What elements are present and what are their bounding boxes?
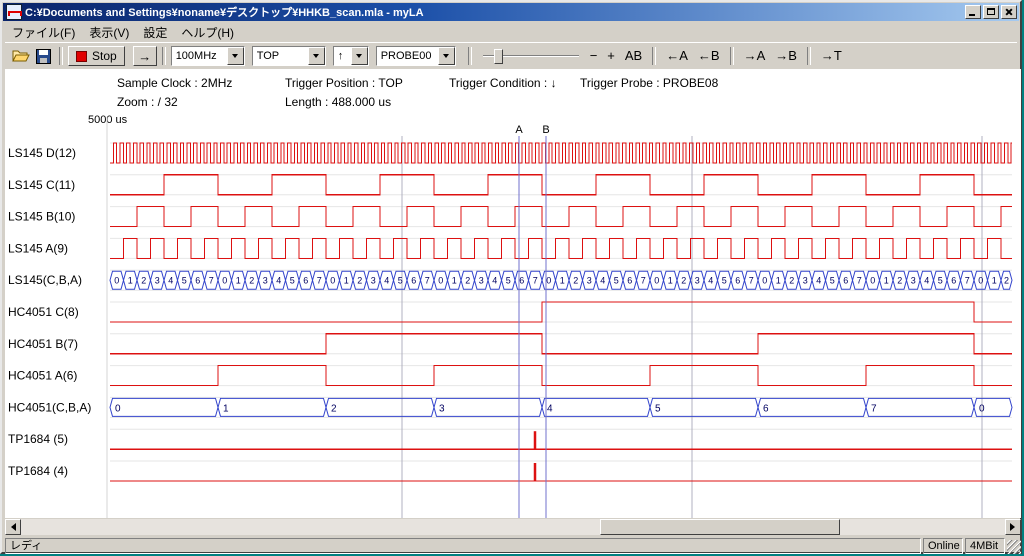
menu-file[interactable]: ファイル(F)	[5, 23, 82, 42]
stop-icon	[76, 51, 87, 62]
sample-clock-value: 100MHz	[176, 50, 225, 62]
trigger-edge-combo[interactable]: ↑	[333, 46, 369, 66]
zoom-slider[interactable]	[483, 47, 579, 65]
status-bar: レディ Online 4MBit	[5, 538, 1021, 554]
menu-help[interactable]: ヘルプ(H)	[174, 23, 241, 42]
close-button[interactable]	[1001, 5, 1017, 19]
resize-grip[interactable]	[1007, 540, 1021, 554]
run-button[interactable]: →	[133, 46, 157, 66]
trigger-position-value: TOP	[257, 50, 306, 62]
menu-settings[interactable]: 設定	[136, 23, 174, 42]
scroll-left-button[interactable]	[5, 519, 21, 535]
trigger-probe-value: PROBE00	[381, 50, 436, 62]
toolbar-separator	[162, 47, 166, 65]
status-memory: 4MBit	[965, 538, 1005, 554]
desktop: C:¥Documents and Settings¥noname¥デスクトップ¥…	[0, 0, 1024, 556]
zoom-out-button[interactable]: −	[585, 46, 603, 66]
toolbar-separator	[652, 47, 656, 65]
trigger-position-combo[interactable]: TOP	[252, 46, 326, 66]
menu-bar: ファイル(F) 表示(V) 設定 ヘルプ(H)	[5, 23, 1017, 41]
app-window: C:¥Documents and Settings¥noname¥デスクトップ¥…	[0, 0, 1022, 554]
zoom-ab-button[interactable]: AB	[620, 46, 647, 66]
open-folder-icon	[12, 49, 30, 63]
goto-cursor-b-right-button[interactable]: →B	[770, 46, 802, 66]
window-title: C:¥Documents and Settings¥noname¥デスクトップ¥…	[25, 4, 961, 20]
length-info: Length : 488.000 us	[285, 95, 391, 109]
minimize-button[interactable]	[965, 5, 981, 19]
trigger-position-info: Trigger Position : TOP	[285, 76, 403, 90]
stop-label: Stop	[92, 49, 117, 63]
scrollbar-thumb[interactable]	[600, 519, 840, 535]
run-arrow-icon: →	[138, 49, 151, 64]
goto-cursor-a-right-button[interactable]: →A	[739, 46, 771, 66]
sample-clock-info: Sample Clock : 2MHz	[117, 76, 232, 90]
chevron-down-icon[interactable]	[308, 47, 325, 65]
status-online: Online	[923, 538, 963, 554]
zoom-slider-thumb[interactable]	[494, 49, 503, 64]
trigger-condition-info: Trigger Condition : ↓	[449, 76, 557, 90]
scroll-right-button[interactable]	[1005, 519, 1021, 535]
floppy-icon	[36, 49, 51, 64]
goto-trigger-button[interactable]: →T	[816, 46, 847, 66]
chevron-down-icon[interactable]	[438, 47, 455, 65]
horizontal-scrollbar[interactable]	[5, 519, 1021, 535]
save-file-button[interactable]	[32, 46, 54, 66]
app-icon	[6, 4, 22, 20]
open-file-button[interactable]	[10, 46, 32, 66]
trigger-probe-combo[interactable]: PROBE00	[376, 46, 456, 66]
toolbar-separator	[730, 47, 734, 65]
toolbar: Stop → 100MHz TOP ↑ PROBE00	[5, 42, 1017, 70]
grid-interval-label: 5000 us	[88, 114, 127, 126]
toolbar-separator	[807, 47, 811, 65]
trigger-edge-value: ↑	[338, 50, 349, 62]
toolbar-separator	[59, 47, 63, 65]
maximize-button[interactable]	[983, 5, 999, 19]
stop-button[interactable]: Stop	[68, 46, 125, 66]
chevron-down-icon[interactable]	[351, 47, 368, 65]
menu-view[interactable]: 表示(V)	[82, 23, 136, 42]
goto-cursor-b-left-button[interactable]: ←B	[693, 46, 725, 66]
sample-clock-combo[interactable]: 100MHz	[171, 46, 245, 66]
zoom-info: Zoom : / 32	[117, 95, 178, 109]
goto-cursor-a-left-button[interactable]: ←A	[661, 46, 693, 66]
toolbar-separator	[468, 47, 472, 65]
zoom-in-button[interactable]: +	[602, 46, 620, 66]
trigger-probe-info: Trigger Probe : PROBE08	[580, 76, 718, 90]
title-bar[interactable]: C:¥Documents and Settings¥noname¥デスクトップ¥…	[3, 3, 1019, 21]
status-ready: レディ	[5, 538, 921, 554]
chevron-down-icon[interactable]	[227, 47, 244, 65]
waveform-area: Sample Clock : 2MHz Trigger Position : T…	[5, 69, 1021, 518]
